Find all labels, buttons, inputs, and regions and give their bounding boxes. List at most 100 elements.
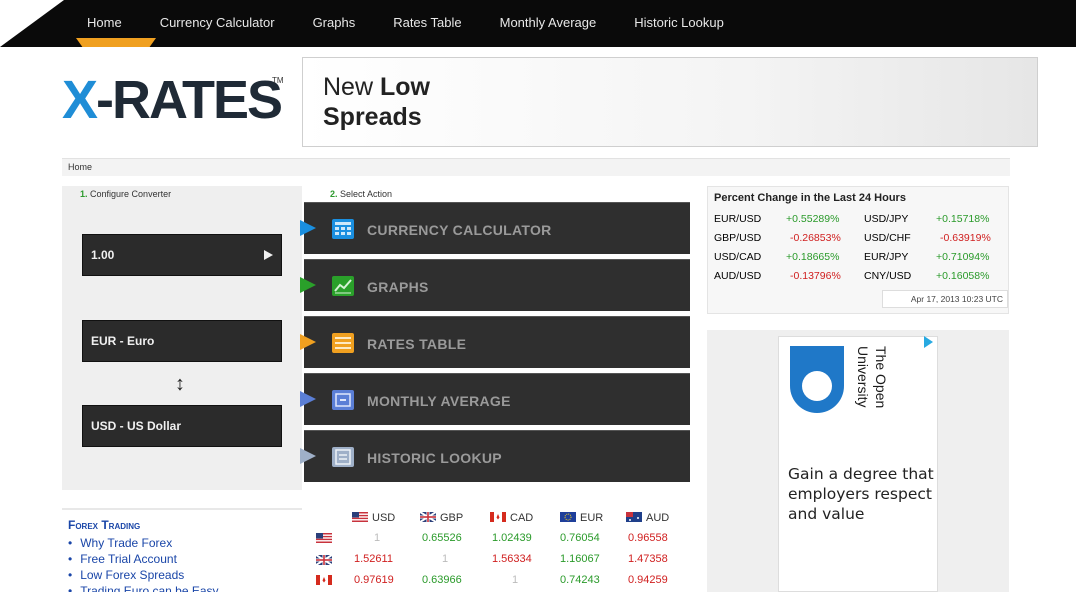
action-graphs-button[interactable]: GRAPHS xyxy=(304,259,690,311)
rate-cell[interactable]: 1 xyxy=(442,553,448,565)
ad-brand-line-1: The Open xyxy=(873,346,889,409)
step-2-text: Select Action xyxy=(340,189,393,199)
nav-item-graphs[interactable]: Graphs xyxy=(294,15,375,30)
percent-change-timestamp: Apr 17, 2013 10:23 UTC xyxy=(882,290,1008,308)
nav-item-rates-table[interactable]: Rates Table xyxy=(374,15,480,30)
history-icon xyxy=(332,447,354,467)
action-pointer-monthly-average xyxy=(300,391,316,407)
action-label-historic-lookup: HISTORIC LOOKUP xyxy=(367,450,502,466)
rates-header-gbp[interactable]: GBP xyxy=(420,512,463,524)
site-logo[interactable]: X-RATES xyxy=(62,70,283,130)
rate-cell[interactable]: 0.63966 xyxy=(422,574,462,586)
pair-label[interactable]: CNY/USD xyxy=(864,270,911,282)
to-currency-select[interactable]: USD - US Dollar xyxy=(82,405,282,447)
rates-header-usd[interactable]: USD xyxy=(352,512,395,524)
rates-header-label: GBP xyxy=(440,512,464,524)
pair-label[interactable]: EUR/USD xyxy=(714,213,761,225)
pair-label[interactable]: USD/JPY xyxy=(864,213,908,225)
rate-cell[interactable]: 1.16067 xyxy=(560,553,600,565)
uk-flag-icon xyxy=(316,555,332,565)
percent-change-title: Percent Change in the Last 24 Hours xyxy=(714,192,906,204)
rate-cell[interactable]: 1.02439 xyxy=(492,532,532,544)
action-pointer-rates-table xyxy=(300,334,316,350)
forex-link-low-spreads[interactable]: Low Forex Spreads xyxy=(68,568,184,582)
pair-label[interactable]: EUR/JPY xyxy=(864,251,908,263)
pair-label[interactable]: USD/CHF xyxy=(864,232,911,244)
pair-change: -0.13796% xyxy=(790,270,841,282)
breadcrumb-home[interactable]: Home xyxy=(68,162,92,172)
play-icon[interactable] xyxy=(264,250,273,260)
pair-label[interactable]: AUD/USD xyxy=(714,270,761,282)
rate-cell[interactable]: 0.65526 xyxy=(422,532,462,544)
rate-cell[interactable]: 0.94259 xyxy=(628,574,668,586)
rates-header-label: AUD xyxy=(646,512,670,524)
forex-link-why-trade[interactable]: Why Trade Forex xyxy=(68,536,172,550)
step-1-number: 1. xyxy=(80,189,88,199)
nav-wedge xyxy=(0,0,64,47)
pair-change: +0.16058% xyxy=(936,270,990,282)
action-label-rates-table: RATES TABLE xyxy=(367,336,467,352)
adchoices-icon[interactable] xyxy=(924,336,933,348)
percent-change-row: EUR/USD +0.55289% USD/JPY +0.15718% xyxy=(708,213,1008,231)
australia-flag-icon xyxy=(626,512,642,522)
nav-item-monthly-average[interactable]: Monthly Average xyxy=(481,15,616,30)
rate-cell[interactable]: 1.52611 xyxy=(354,553,393,565)
forex-link-trading-euro[interactable]: Trading Euro can be Easy xyxy=(68,584,218,592)
rate-cell[interactable]: 1.47358 xyxy=(628,553,668,565)
logo-trademark: TM xyxy=(272,76,284,85)
rates-header-eur[interactable]: EUR xyxy=(560,512,603,524)
rates-header-label: USD xyxy=(372,512,396,524)
graph-icon xyxy=(332,276,354,296)
rates-header-aud[interactable]: AUD xyxy=(626,512,669,524)
breadcrumb: Home xyxy=(62,158,1010,176)
banner-line-1-bold: Low xyxy=(379,73,430,101)
calendar-icon xyxy=(332,390,354,410)
uk-flag-icon xyxy=(420,512,436,522)
swap-arrows-icon[interactable]: ↕ xyxy=(172,372,188,396)
action-rates-table-button[interactable]: RATES TABLE xyxy=(304,316,690,368)
forex-link-free-trial[interactable]: Free Trial Account xyxy=(68,552,177,566)
open-university-logo-icon xyxy=(790,346,844,413)
rates-header-cad[interactable]: CAD xyxy=(490,512,533,524)
promo-banner[interactable]: New Low Spreads xyxy=(302,57,1038,147)
action-historic-lookup-button[interactable]: HISTORIC LOOKUP xyxy=(304,430,690,482)
pair-change: +0.71094% xyxy=(936,251,990,263)
eu-flag-icon xyxy=(560,512,576,522)
to-currency-value: USD - US Dollar xyxy=(91,419,182,433)
from-currency-select[interactable]: EUR - Euro xyxy=(82,320,282,362)
logo-x: X xyxy=(62,70,98,130)
step-2-label: 2. Select Action xyxy=(330,189,392,199)
rate-cell[interactable]: 0.97619 xyxy=(354,574,394,586)
action-pointer-graphs xyxy=(300,277,316,293)
banner-line-1: New Low xyxy=(323,73,430,102)
nav-item-historic-lookup[interactable]: Historic Lookup xyxy=(615,15,743,30)
action-currency-calculator-button[interactable]: CURRENCY CALCULATOR xyxy=(304,202,690,254)
rate-cell[interactable]: 1 xyxy=(374,532,380,544)
rate-cell[interactable]: 0.96558 xyxy=(628,532,668,544)
page: Home Currency Calculator Graphs Rates Ta… xyxy=(0,0,1076,592)
forex-trading-title: Forex Trading xyxy=(68,518,141,532)
rate-cell[interactable]: 1 xyxy=(512,574,518,586)
action-label-graphs: GRAPHS xyxy=(367,279,429,295)
rate-cell[interactable]: 0.76054 xyxy=(560,532,600,544)
pair-change: -0.26853% xyxy=(790,232,841,244)
pair-label[interactable]: USD/CAD xyxy=(714,251,761,263)
step-1-text: Configure Converter xyxy=(90,189,172,199)
nav-items: Home Currency Calculator Graphs Rates Ta… xyxy=(68,0,743,44)
canada-flag-icon xyxy=(490,512,506,522)
pair-label[interactable]: GBP/USD xyxy=(714,232,761,244)
percent-change-row: AUD/USD -0.13796% CNY/USD +0.16058% xyxy=(708,270,1008,288)
rate-cell[interactable]: 0.74243 xyxy=(560,574,600,586)
nav-item-home[interactable]: Home xyxy=(68,15,141,30)
rate-cell[interactable]: 1.56334 xyxy=(492,553,532,565)
action-label-monthly-average: MONTHLY AVERAGE xyxy=(367,393,511,409)
amount-value: 1.00 xyxy=(91,248,115,262)
amount-input[interactable]: 1.00 xyxy=(82,234,282,276)
rates-table: USD GBP CAD EUR AUD 1 0.65526 1.02439 0.… xyxy=(306,508,690,592)
action-monthly-average-button[interactable]: MONTHLY AVERAGE xyxy=(304,373,690,425)
pair-change: +0.15718% xyxy=(936,213,990,225)
us-flag-icon xyxy=(352,512,368,522)
pair-change: -0.63919% xyxy=(940,232,991,244)
from-currency-value: EUR - Euro xyxy=(91,334,155,348)
nav-item-currency-calculator[interactable]: Currency Calculator xyxy=(141,15,294,30)
